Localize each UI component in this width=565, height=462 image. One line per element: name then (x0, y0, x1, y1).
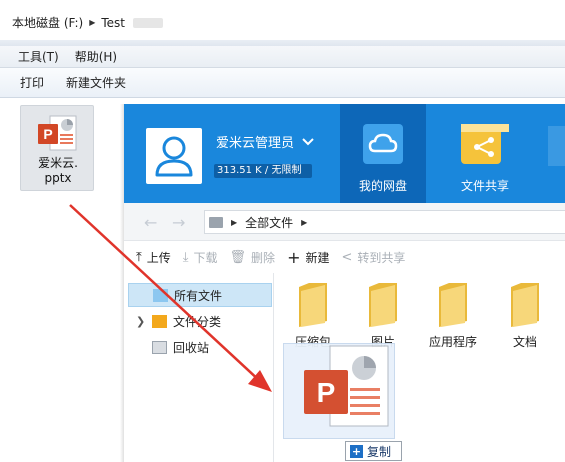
move-to-share-label: 转到共享 (357, 250, 406, 265)
folder-item[interactable]: 压缩包 (278, 281, 348, 350)
powerpoint-file-icon: P (38, 115, 77, 151)
chevron-down-icon (302, 137, 314, 145)
download-icon: ⤓ (182, 249, 189, 265)
forward-arrow-icon[interactable]: → (172, 213, 185, 232)
path-root[interactable]: 全部文件 (245, 214, 293, 231)
copy-badge-label: 复制 (367, 444, 392, 459)
menu-tools[interactable]: 工具(T) (18, 48, 59, 65)
user-name: 爱米云管理员 (216, 136, 295, 151)
share-folder-icon (461, 124, 509, 164)
category-icon (152, 314, 167, 328)
delete-label: 删除 (251, 250, 276, 265)
new-label: 新建 (305, 250, 330, 265)
tree-item-label: 文件分类 (173, 314, 222, 329)
recycle-bin-icon (152, 340, 167, 354)
plus-icon: + (350, 444, 363, 458)
folder-icon (367, 281, 399, 329)
folder-label: 应用程序 (428, 335, 477, 349)
svg-text:P: P (317, 377, 336, 408)
copy-badge: + 复制 (345, 441, 403, 461)
path-input[interactable]: ▶ 全部文件 ▶ (204, 210, 565, 234)
action-bar: ⤒ 上传 ⤓ 下载 🗑 删除 + 新建 < 转到共享 (124, 241, 565, 273)
tree-item-label: 回收站 (173, 340, 210, 355)
folder-icon (297, 281, 329, 329)
folder-item[interactable]: 应用程序 (418, 281, 488, 350)
breadcrumb-separator-icon: ▶ (89, 18, 96, 27)
file-name: 爱米云. pptx (21, 156, 95, 186)
menu-help[interactable]: 帮助(H) (75, 48, 117, 65)
blurred-region (133, 17, 163, 28)
delete-button[interactable]: 🗑 删除 (230, 249, 276, 266)
folder-label: 文档 (512, 335, 537, 349)
path-bar: ← → ▶ 全部文件 ▶ (124, 203, 565, 241)
folder-item[interactable]: 图片 (348, 281, 418, 350)
pptx-file-item[interactable]: P 爱米云. pptx (20, 105, 94, 191)
svg-text:P: P (43, 126, 52, 142)
download-label: 下载 (193, 250, 218, 265)
new-folder-button[interactable]: 新建文件夹 (66, 74, 126, 91)
tree-item-all-files[interactable]: 所有文件 (128, 283, 272, 307)
download-button[interactable]: ⤓ 下载 (183, 249, 218, 266)
nav-more-tile[interactable] (548, 126, 565, 166)
folder-tree: 所有文件 ❯ 文件分类 回收站 (124, 273, 274, 462)
tree-item-recycle-bin[interactable]: 回收站 (128, 335, 272, 359)
print-button[interactable]: 打印 (20, 74, 44, 91)
move-to-share-button[interactable]: < 转到共享 (341, 249, 405, 266)
user-menu[interactable]: 爱米云管理员 (216, 132, 314, 151)
chevron-right-icon[interactable]: ❯ (136, 315, 145, 328)
tab-file-share-label: 文件共享 (460, 179, 509, 193)
explorer-toolbar: 打印 新建文件夹 (0, 68, 565, 98)
user-avatar-icon (155, 136, 193, 177)
file-name-line2: pptx (44, 171, 72, 185)
back-arrow-icon[interactable]: ← (144, 213, 157, 232)
tab-file-share[interactable]: 文件共享 (442, 104, 528, 203)
upload-label: 上传 (146, 250, 171, 265)
folder-icon (509, 281, 541, 329)
cloud-icon (363, 124, 403, 164)
storage-quota: 313.51 K / 无限制 (214, 164, 312, 178)
menu-bar: 工具(T) 帮助(H) (0, 46, 565, 68)
folder-icon (153, 288, 168, 302)
path-separator-icon: ▶ (231, 217, 238, 227)
share-icon: < (341, 249, 353, 265)
drag-preview: P (283, 343, 395, 439)
avatar[interactable] (146, 128, 202, 184)
upload-icon: ⤒ (136, 249, 142, 265)
tree-item-categories[interactable]: ❯ 文件分类 (128, 309, 272, 333)
folder-icon (437, 281, 469, 329)
file-name-line1: 爱米云. (38, 156, 78, 170)
new-button[interactable]: + 新建 (287, 248, 329, 267)
path-separator-icon: ▶ (301, 217, 308, 227)
tab-my-drive-label: 我的网盘 (358, 179, 407, 193)
trash-icon: 🗑 (229, 249, 247, 265)
address-bar[interactable]: 本地磁盘 (F:) ▶ Test (0, 0, 565, 46)
upload-button[interactable]: ⤒ 上传 (136, 249, 171, 266)
tab-my-drive[interactable]: 我的网盘 (340, 104, 426, 203)
breadcrumb-folder[interactable]: Test (101, 16, 125, 30)
plus-icon: + (287, 247, 301, 267)
folder-icon (209, 216, 223, 228)
tree-item-label: 所有文件 (174, 288, 223, 303)
folder-item[interactable]: 文档 (490, 281, 560, 350)
breadcrumb-drive[interactable]: 本地磁盘 (F:) (12, 14, 83, 31)
powerpoint-file-icon: P (304, 345, 389, 427)
app-header: 爱米云管理员 313.51 K / 无限制 我的网盘 文件共享 (124, 104, 565, 203)
